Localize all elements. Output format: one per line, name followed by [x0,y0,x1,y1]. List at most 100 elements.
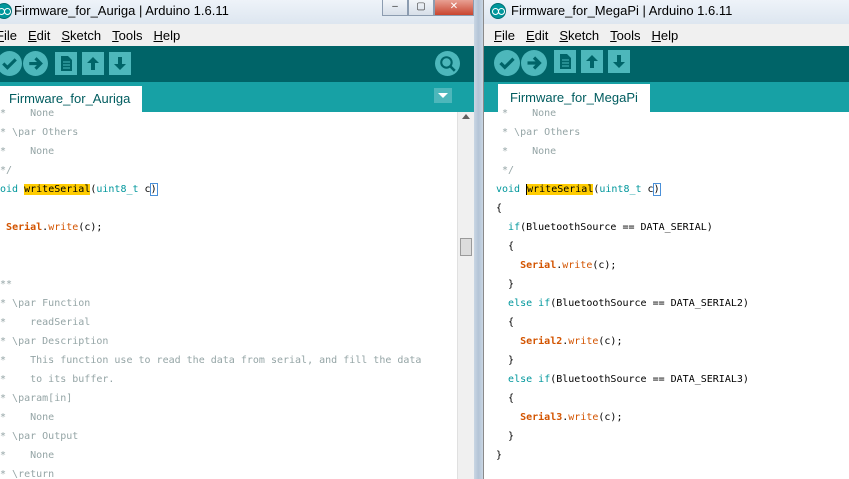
code-token: else [508,374,533,385]
code-token: */ [496,165,515,176]
menu-tools[interactable]: Tools [610,28,640,43]
code-token: */ [0,165,13,176]
save-icon [613,55,625,68]
right-title-bar[interactable]: Firmware_for_MegaPi | Arduino 1.6.11 [484,0,849,24]
right-code-editor[interactable]: * None * \par Others * None */ void write… [484,108,849,479]
code-line: * \par Function [0,294,90,313]
code-token: * readSerial [0,317,91,328]
minimize-button[interactable]: – [382,0,408,16]
scroll-thumb[interactable] [460,238,472,256]
code-line: * \par Others [0,123,78,142]
code-token: write [562,260,593,271]
code-line: { [496,237,514,256]
upload-button[interactable] [23,51,48,76]
code-token: (c); [592,260,617,271]
menu-edit[interactable]: Edit [526,28,548,43]
code-token: write [568,412,599,423]
save-sketch-button[interactable] [109,52,131,75]
code-token: uint8_t [599,184,642,195]
left-tab-bar: Firmware_for_Auriga [0,82,480,112]
code-token: if [508,222,521,233]
code-token: * None [496,108,557,119]
code-token: Serial [6,222,43,233]
code-token: (BluetoothSource == DATA_SERIAL2) [550,298,749,309]
code-token: c [138,184,151,195]
code-line: { [496,313,514,332]
menu-help[interactable]: Help [651,28,678,43]
code-token: * \par Output [0,431,79,442]
right-ide-window: Firmware_for_MegaPi | Arduino 1.6.11 Fil… [483,0,849,479]
menu-sketch[interactable]: Sketch [559,28,599,43]
window-divider [474,0,483,479]
code-line: * None [496,142,556,161]
code-line: } [496,275,514,294]
code-line: * \par Others [496,123,580,142]
close-button[interactable]: ✕ [434,0,474,16]
left-vertical-scrollbar[interactable] [457,112,474,479]
code-token: * \par Function [0,298,91,309]
left-menu-bar: File Edit Sketch Tools Help [0,24,480,46]
menu-file[interactable]: File [0,28,17,43]
code-line: * None [0,104,54,123]
code-token: * This function use to read the data fro… [0,355,422,366]
menu-help[interactable]: Help [153,28,180,43]
new-sketch-button[interactable] [554,50,576,73]
code-token: write [48,222,79,233]
left-code-editor[interactable]: * None * \par Others * None */ void write… [0,108,480,479]
right-toolbar [484,46,849,82]
code-token: (c); [78,222,103,233]
save-sketch-button[interactable] [608,50,630,73]
code-line: Serial.write(c); [496,256,616,275]
code-token: * None [0,146,55,157]
code-token: { [496,241,515,252]
code-line: } [496,446,502,465]
code-token: * to its buffer. [0,374,115,385]
menu-sketch[interactable]: Sketch [61,28,101,43]
code-token: * None [0,450,55,461]
code-line: * None [0,446,54,465]
code-token: c [641,184,654,195]
code-token: * \par Others [0,127,79,138]
code-token: (c); [598,412,623,423]
code-token: else [508,298,533,309]
left-window-title: Firmware_for_Auriga | Arduino 1.6.11 [14,3,229,18]
verify-button[interactable] [0,51,22,76]
open-icon [87,57,99,70]
code-token: (c); [598,336,623,347]
maximize-button[interactable]: ▢ [408,0,434,16]
code-line: */ [496,161,514,180]
code-line: Serial3.write(c); [496,408,622,427]
menu-edit[interactable]: Edit [28,28,50,43]
code-line: { [496,389,514,408]
code-token: * \param[in] [0,393,73,404]
scroll-up-arrow-icon[interactable] [462,114,470,119]
verify-icon [499,57,515,70]
upload-button[interactable] [521,50,547,76]
code-token: void [0,184,19,195]
menu-tools[interactable]: Tools [112,28,142,43]
code-line: Serial.write(c); [0,218,102,237]
arduino-logo-icon [0,3,12,19]
right-window-title: Firmware_for_MegaPi | Arduino 1.6.11 [511,3,733,18]
open-icon [586,55,598,68]
code-line: } [496,351,514,370]
serial-monitor-button[interactable] [435,51,460,76]
code-token: write [568,336,599,347]
menu-file[interactable]: File [494,28,515,43]
code-token: Serial2 [520,336,563,347]
verify-button[interactable] [494,50,520,76]
code-token: ) [149,183,158,196]
open-sketch-button[interactable] [581,50,603,73]
code-line: void writeSerial(uint8_t c) [496,180,661,199]
code-token: Serial [520,260,557,271]
new-sketch-button[interactable] [55,52,77,75]
open-sketch-button[interactable] [82,52,104,75]
serial-monitor-icon [440,56,456,72]
code-token: writeSerial [526,184,594,195]
left-title-bar[interactable]: Firmware_for_Auriga | Arduino 1.6.11 – ▢… [0,0,480,24]
code-line: * None [0,142,54,161]
code-token: (BluetoothSource == DATA_SERIAL3) [550,374,749,385]
tab-menu-chevron-icon[interactable] [434,88,452,103]
